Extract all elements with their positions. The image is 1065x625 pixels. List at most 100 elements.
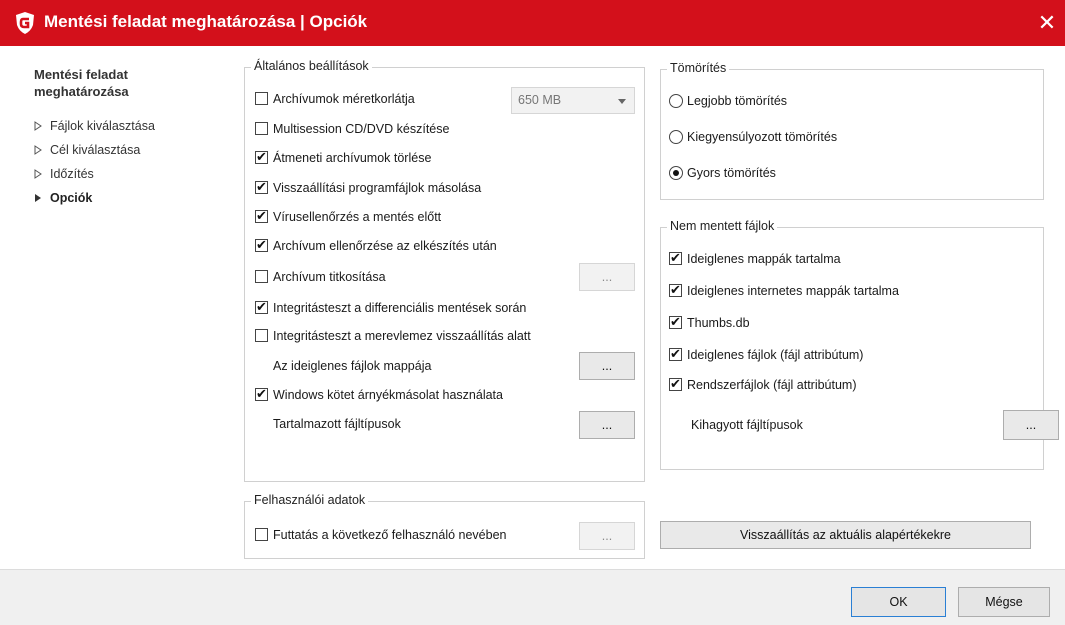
excluded-item-label: Thumbs.db	[687, 316, 750, 330]
user-data-legend: Felhasználói adatok	[251, 493, 369, 507]
gdata-shield-logo-icon	[16, 12, 34, 34]
copy-restore-files-label: Visszaállítási programfájlok másolása	[273, 181, 482, 195]
excluded-files-group: Nem mentett fájlok Ideiglenes mappák tar…	[660, 219, 1059, 470]
title-bar: Mentési feladat meghatározása | Opciók ✕	[0, 0, 1065, 46]
integrity-hdd-label: Integritásteszt a merevlemez visszaállít…	[273, 329, 531, 343]
radio-label: Kiegyensúlyozott tömörítés	[687, 130, 838, 144]
checkbox-box	[255, 298, 268, 316]
skipped-types-label: Kihagyott fájltípusok	[691, 418, 803, 432]
compression-group: Tömörítés Legjobb tömörítés Kiegyensúlyo…	[660, 61, 1044, 200]
dialog-footer: OK Mégse	[0, 569, 1065, 625]
radio-best-compression[interactable]: Legjobb tömörítés	[669, 91, 889, 111]
compression-legend: Tömörítés	[667, 61, 730, 75]
ok-button[interactable]: OK	[851, 587, 946, 617]
checkbox-box	[255, 528, 268, 541]
checkbox-box	[255, 92, 268, 105]
temp-folder-label: Az ideiglenes fájlok mappája	[273, 359, 432, 373]
nav-item-target-selection[interactable]: Cél kiválasztása	[34, 138, 224, 162]
checkbox-box	[669, 249, 682, 267]
radio-circle	[669, 166, 683, 180]
excluded-thumbs-db-checkbox[interactable]: Thumbs.db	[669, 313, 869, 333]
included-types-button[interactable]: ...	[579, 411, 635, 439]
excluded-item-label: Ideiglenes internetes mappák tartalma	[687, 284, 899, 298]
window-title: Mentési feladat meghatározása | Opciók	[44, 12, 368, 31]
triangle-right-outline-icon	[34, 121, 42, 131]
checkbox-box	[255, 329, 268, 342]
checkbox-box	[255, 122, 268, 135]
encryption-label: Archívum titkosítása	[273, 270, 386, 284]
size-limit-label: Archívumok méretkorlátja	[273, 92, 415, 106]
radio-fast-compression[interactable]: Gyors tömörítés	[669, 163, 889, 183]
multisession-label: Multisession CD/DVD készítése	[273, 122, 450, 136]
excluded-temp-folders-checkbox[interactable]: Ideiglenes mappák tartalma	[669, 249, 949, 269]
excluded-files-legend: Nem mentett fájlok	[667, 219, 778, 233]
excluded-item-label: Rendszerfájlok (fájl attribútum)	[687, 378, 857, 392]
delete-temp-archives-label: Átmeneti archívumok törlése	[273, 151, 432, 165]
close-icon[interactable]: ✕	[1033, 10, 1061, 36]
integrity-hdd-checkbox[interactable]: Integritásteszt a merevlemez visszaállít…	[255, 326, 575, 346]
run-as-user-checkbox[interactable]: Futtatás a következő felhasználó nevében	[255, 525, 555, 545]
cancel-button[interactable]: Mégse	[958, 587, 1050, 617]
shadow-copy-label: Windows kötet árnyékmásolat használata	[273, 388, 503, 402]
nav-title: Mentési feladat meghatározása	[34, 66, 224, 100]
virus-check-label: Vírusellenőrzés a mentés előtt	[273, 210, 442, 224]
excluded-internet-temp-checkbox[interactable]: Ideiglenes internetes mappák tartalma	[669, 281, 969, 301]
checkbox-box	[669, 313, 682, 331]
multisession-checkbox[interactable]: Multisession CD/DVD készítése	[255, 119, 515, 139]
skipped-types-button[interactable]: ...	[1003, 410, 1059, 440]
checkbox-box	[255, 178, 268, 196]
nav-item-file-selection[interactable]: Fájlok kiválasztása	[34, 114, 224, 138]
radio-balanced-compression[interactable]: Kiegyensúlyozott tömörítés	[669, 127, 919, 147]
temp-folder-browse-button[interactable]: ...	[579, 352, 635, 380]
radio-label: Legjobb tömörítés	[687, 94, 788, 108]
nav-item-label: Opciók	[50, 191, 93, 205]
excluded-item-label: Ideiglenes mappák tartalma	[687, 252, 841, 266]
checkbox-box	[255, 385, 268, 403]
user-data-group: Felhasználói adatok Futtatás a következő…	[244, 493, 645, 559]
checkbox-box	[669, 281, 682, 299]
excluded-item-label: Ideiglenes fájlok (fájl attribútum)	[687, 348, 864, 362]
nav-item-options[interactable]: Opciók	[34, 186, 224, 210]
reset-defaults-button[interactable]: Visszaállítás az aktuális alapértékekre	[660, 521, 1031, 549]
chevron-down-icon	[618, 99, 626, 104]
verify-archive-checkbox[interactable]: Archívum ellenőrzése az elkészítés után	[255, 236, 555, 256]
excluded-system-files-checkbox[interactable]: Rendszerfájlok (fájl attribútum)	[669, 375, 969, 395]
verify-archive-label: Archívum ellenőrzése az elkészítés után	[273, 239, 497, 253]
encryption-settings-button[interactable]: ...	[579, 263, 635, 291]
nav-title-line-2: meghatározása	[34, 84, 129, 99]
triangle-right-outline-icon	[34, 145, 42, 155]
checkbox-box	[255, 270, 268, 283]
size-limit-select[interactable]: 650 MB	[511, 87, 635, 114]
size-limit-value: 650 MB	[518, 93, 562, 107]
nav-item-scheduling[interactable]: Időzítés	[34, 162, 224, 186]
included-types-row: Tartalmazott fájltípusok	[273, 414, 523, 434]
triangle-right-filled-icon	[35, 194, 41, 202]
checkbox-box	[669, 375, 682, 393]
radio-label: Gyors tömörítés	[687, 166, 776, 180]
nav-item-label: Fájlok kiválasztása	[50, 119, 155, 133]
skipped-types-row: Kihagyott fájltípusok	[691, 415, 891, 435]
wizard-navigation: Mentési feladat meghatározása Fájlok kiv…	[34, 66, 224, 210]
size-limit-checkbox[interactable]: Archívumok méretkorlátja	[255, 89, 495, 109]
integrity-diff-checkbox[interactable]: Integritásteszt a differenciális mentése…	[255, 298, 575, 318]
copy-restore-files-checkbox[interactable]: Visszaállítási programfájlok másolása	[255, 178, 555, 198]
excluded-temp-files-checkbox[interactable]: Ideiglenes fájlok (fájl attribútum)	[669, 345, 969, 365]
triangle-right-outline-icon	[34, 169, 42, 179]
nav-item-label: Időzítés	[50, 167, 94, 181]
radio-circle	[669, 130, 683, 144]
shadow-copy-checkbox[interactable]: Windows kötet árnyékmásolat használata	[255, 385, 575, 405]
run-as-user-button[interactable]: ...	[579, 522, 635, 550]
run-as-user-label: Futtatás a következő felhasználó nevében	[273, 528, 507, 542]
checkbox-box	[255, 236, 268, 254]
checkbox-box	[255, 148, 268, 166]
temp-folder-row: Az ideiglenes fájlok mappája	[273, 356, 523, 376]
nav-item-label: Cél kiválasztása	[50, 143, 141, 157]
radio-circle	[669, 94, 683, 108]
encryption-checkbox[interactable]: Archívum titkosítása	[255, 267, 455, 287]
checkbox-box	[669, 345, 682, 363]
general-settings-group: Általános beállítások Archívumok méretko…	[244, 59, 645, 482]
checkbox-box	[255, 207, 268, 225]
general-settings-legend: Általános beállítások	[251, 59, 372, 73]
virus-check-checkbox[interactable]: Vírusellenőrzés a mentés előtt	[255, 207, 515, 227]
delete-temp-archives-checkbox[interactable]: Átmeneti archívumok törlése	[255, 148, 515, 168]
